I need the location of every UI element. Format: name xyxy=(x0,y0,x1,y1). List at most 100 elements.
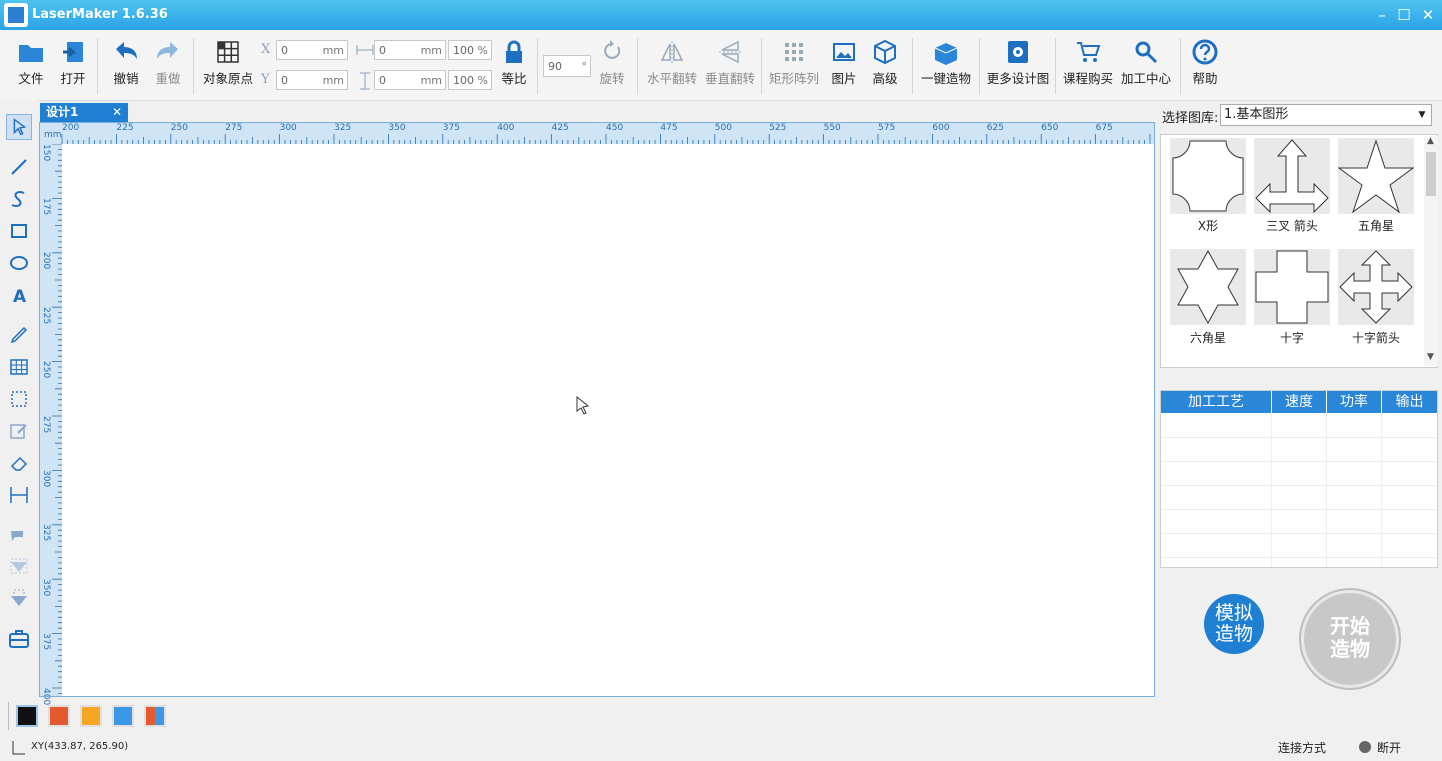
height-percent-input[interactable]: 100% xyxy=(448,70,492,90)
crop-tool-icon[interactable] xyxy=(6,386,32,412)
undo-button[interactable]: 撤销 xyxy=(106,34,146,94)
scroll-thumb[interactable] xyxy=(1426,152,1436,196)
close-tab-icon[interactable]: ✕ xyxy=(112,103,122,122)
rotate-angle-input[interactable]: 90 ° xyxy=(543,55,591,77)
separator xyxy=(979,38,980,94)
y-position-input[interactable]: 0 mm xyxy=(276,70,348,90)
document-tab[interactable]: 设计1 ✕ xyxy=(40,103,128,122)
rectangle-tool-icon[interactable] xyxy=(6,218,32,244)
edit-node-tool-icon[interactable] xyxy=(6,418,32,444)
image-button[interactable]: 图片 xyxy=(826,34,862,94)
color-swatch-multi[interactable] xyxy=(144,705,166,727)
file-button[interactable]: 文件 xyxy=(10,34,52,94)
rect-array-button[interactable]: 矩形阵列 xyxy=(766,34,822,94)
distribute-tool-icon[interactable] xyxy=(6,586,32,612)
lock-ratio-button[interactable]: 等比 xyxy=(496,34,532,94)
rotate-button[interactable]: 旋转 xyxy=(594,34,630,94)
shape-x[interactable] xyxy=(1170,138,1246,214)
measure-tool-icon[interactable] xyxy=(6,482,32,508)
fill-tool-icon[interactable] xyxy=(6,522,32,548)
ellipse-tool-icon[interactable] xyxy=(6,250,32,276)
shape-six-point-star[interactable] xyxy=(1170,249,1246,325)
color-swatch-orange[interactable] xyxy=(80,705,102,727)
coordinate-icon xyxy=(12,741,25,755)
unit-label: mm xyxy=(420,74,442,87)
status-bar: XY(433.87, 265.90) 连接方式 断开 xyxy=(0,736,1442,761)
buy-course-button[interactable]: 课程购买 xyxy=(1060,34,1116,94)
library-select[interactable]: 1.基本图形 ▼ xyxy=(1220,104,1432,126)
width-input[interactable]: 0 mm xyxy=(374,40,446,60)
close-button[interactable]: ✕ xyxy=(1416,3,1440,27)
cross-icon xyxy=(1255,250,1329,324)
shape-cross-arrow[interactable] xyxy=(1338,249,1414,325)
color-swatch-black[interactable] xyxy=(16,705,38,727)
scroll-up-icon[interactable]: ▲ xyxy=(1427,136,1434,146)
curve-tool-icon[interactable] xyxy=(6,186,32,212)
percent-sign: % xyxy=(477,74,488,87)
vertical-flip-icon xyxy=(719,40,741,64)
shape-trident-arrow[interactable] xyxy=(1254,138,1330,214)
horizontal-flip-button[interactable]: 水平翻转 xyxy=(644,34,700,94)
image-label: 图片 xyxy=(831,71,857,86)
processing-center-button[interactable]: 加工中心 xyxy=(1118,34,1174,94)
column-header-output[interactable]: 输出 xyxy=(1382,391,1437,413)
column-header-process[interactable]: 加工工艺 xyxy=(1161,391,1272,413)
text-tool-icon[interactable]: A xyxy=(6,282,32,308)
origin-grid-icon xyxy=(217,41,239,63)
shape-label: 五角星 xyxy=(1357,219,1394,233)
mouse-cursor-icon xyxy=(576,396,590,415)
one-click-make-button[interactable]: 一键造物 xyxy=(918,34,974,94)
lock-ratio-label: 等比 xyxy=(501,71,527,86)
column-header-power[interactable]: 功率 xyxy=(1327,391,1382,413)
app-logo-icon xyxy=(4,3,28,27)
vertical-flip-button[interactable]: 垂直翻转 xyxy=(702,34,758,94)
more-designs-button[interactable]: 更多设计图 xyxy=(984,34,1052,94)
line-tool-icon[interactable] xyxy=(6,154,32,180)
width-percent: 100 xyxy=(453,44,474,57)
table-tool-icon[interactable] xyxy=(6,354,32,380)
color-swatch-red[interactable] xyxy=(48,705,70,727)
percent-sign: % xyxy=(477,44,488,57)
column-header-speed[interactable]: 速度 xyxy=(1272,391,1327,413)
title-bar: LaserMaker 1.6.36 – ☐ ✕ xyxy=(0,0,1442,30)
help-button[interactable]: 帮助 xyxy=(1186,34,1224,94)
minimize-button[interactable]: – xyxy=(1370,3,1394,27)
color-swatch-blue[interactable] xyxy=(112,705,134,727)
column-divider xyxy=(1271,413,1272,567)
x-value: 0 xyxy=(281,44,288,57)
separator xyxy=(761,38,762,94)
align-tool-icon[interactable] xyxy=(6,554,32,580)
shape-panel-scrollbar[interactable]: ▲ ▼ xyxy=(1424,136,1438,366)
simulate-label-line1: 模拟 xyxy=(1214,602,1253,624)
shape-label: 六角星 xyxy=(1189,331,1226,345)
table-row xyxy=(1161,461,1437,486)
toolbox-icon[interactable] xyxy=(6,626,32,652)
grid-array-icon xyxy=(785,43,803,61)
vertical-flip-label: 垂直翻转 xyxy=(704,71,755,86)
shape-cross[interactable] xyxy=(1254,249,1330,325)
select-tool-icon[interactable] xyxy=(6,114,32,140)
help-icon xyxy=(1192,39,1218,65)
eraser-tool-icon[interactable] xyxy=(6,450,32,476)
maximize-button[interactable]: ☐ xyxy=(1392,3,1416,27)
advanced-button[interactable]: 高级 xyxy=(866,34,904,94)
object-origin-button[interactable]: 对象原点 xyxy=(199,34,257,94)
redo-button[interactable]: 重做 xyxy=(148,34,188,94)
open-button[interactable]: 打开 xyxy=(54,34,92,94)
height-value: 0 xyxy=(379,74,386,87)
width-percent-input[interactable]: 100% xyxy=(448,40,492,60)
pen-tool-icon[interactable] xyxy=(6,322,32,348)
scroll-down-icon[interactable]: ▼ xyxy=(1427,352,1434,362)
connection-label: 连接方式 xyxy=(1278,741,1327,755)
simulate-button[interactable]: 模拟 造物 xyxy=(1204,594,1264,654)
x-position-input[interactable]: 0 mm xyxy=(276,40,348,60)
height-input[interactable]: 0 mm xyxy=(374,70,446,90)
start-button[interactable]: 开始 造物 xyxy=(1301,590,1399,688)
library-selected: 1.基本图形 xyxy=(1224,107,1289,122)
undo-label: 撤销 xyxy=(113,71,139,86)
six-point-star-icon xyxy=(1177,249,1239,325)
shape-library-panel: X形 三叉 箭头 五角星 六角星 十字 十字箭头 xyxy=(1160,134,1438,368)
shape-five-point-star[interactable] xyxy=(1337,138,1415,214)
separator xyxy=(1055,38,1056,94)
separator xyxy=(912,38,913,94)
